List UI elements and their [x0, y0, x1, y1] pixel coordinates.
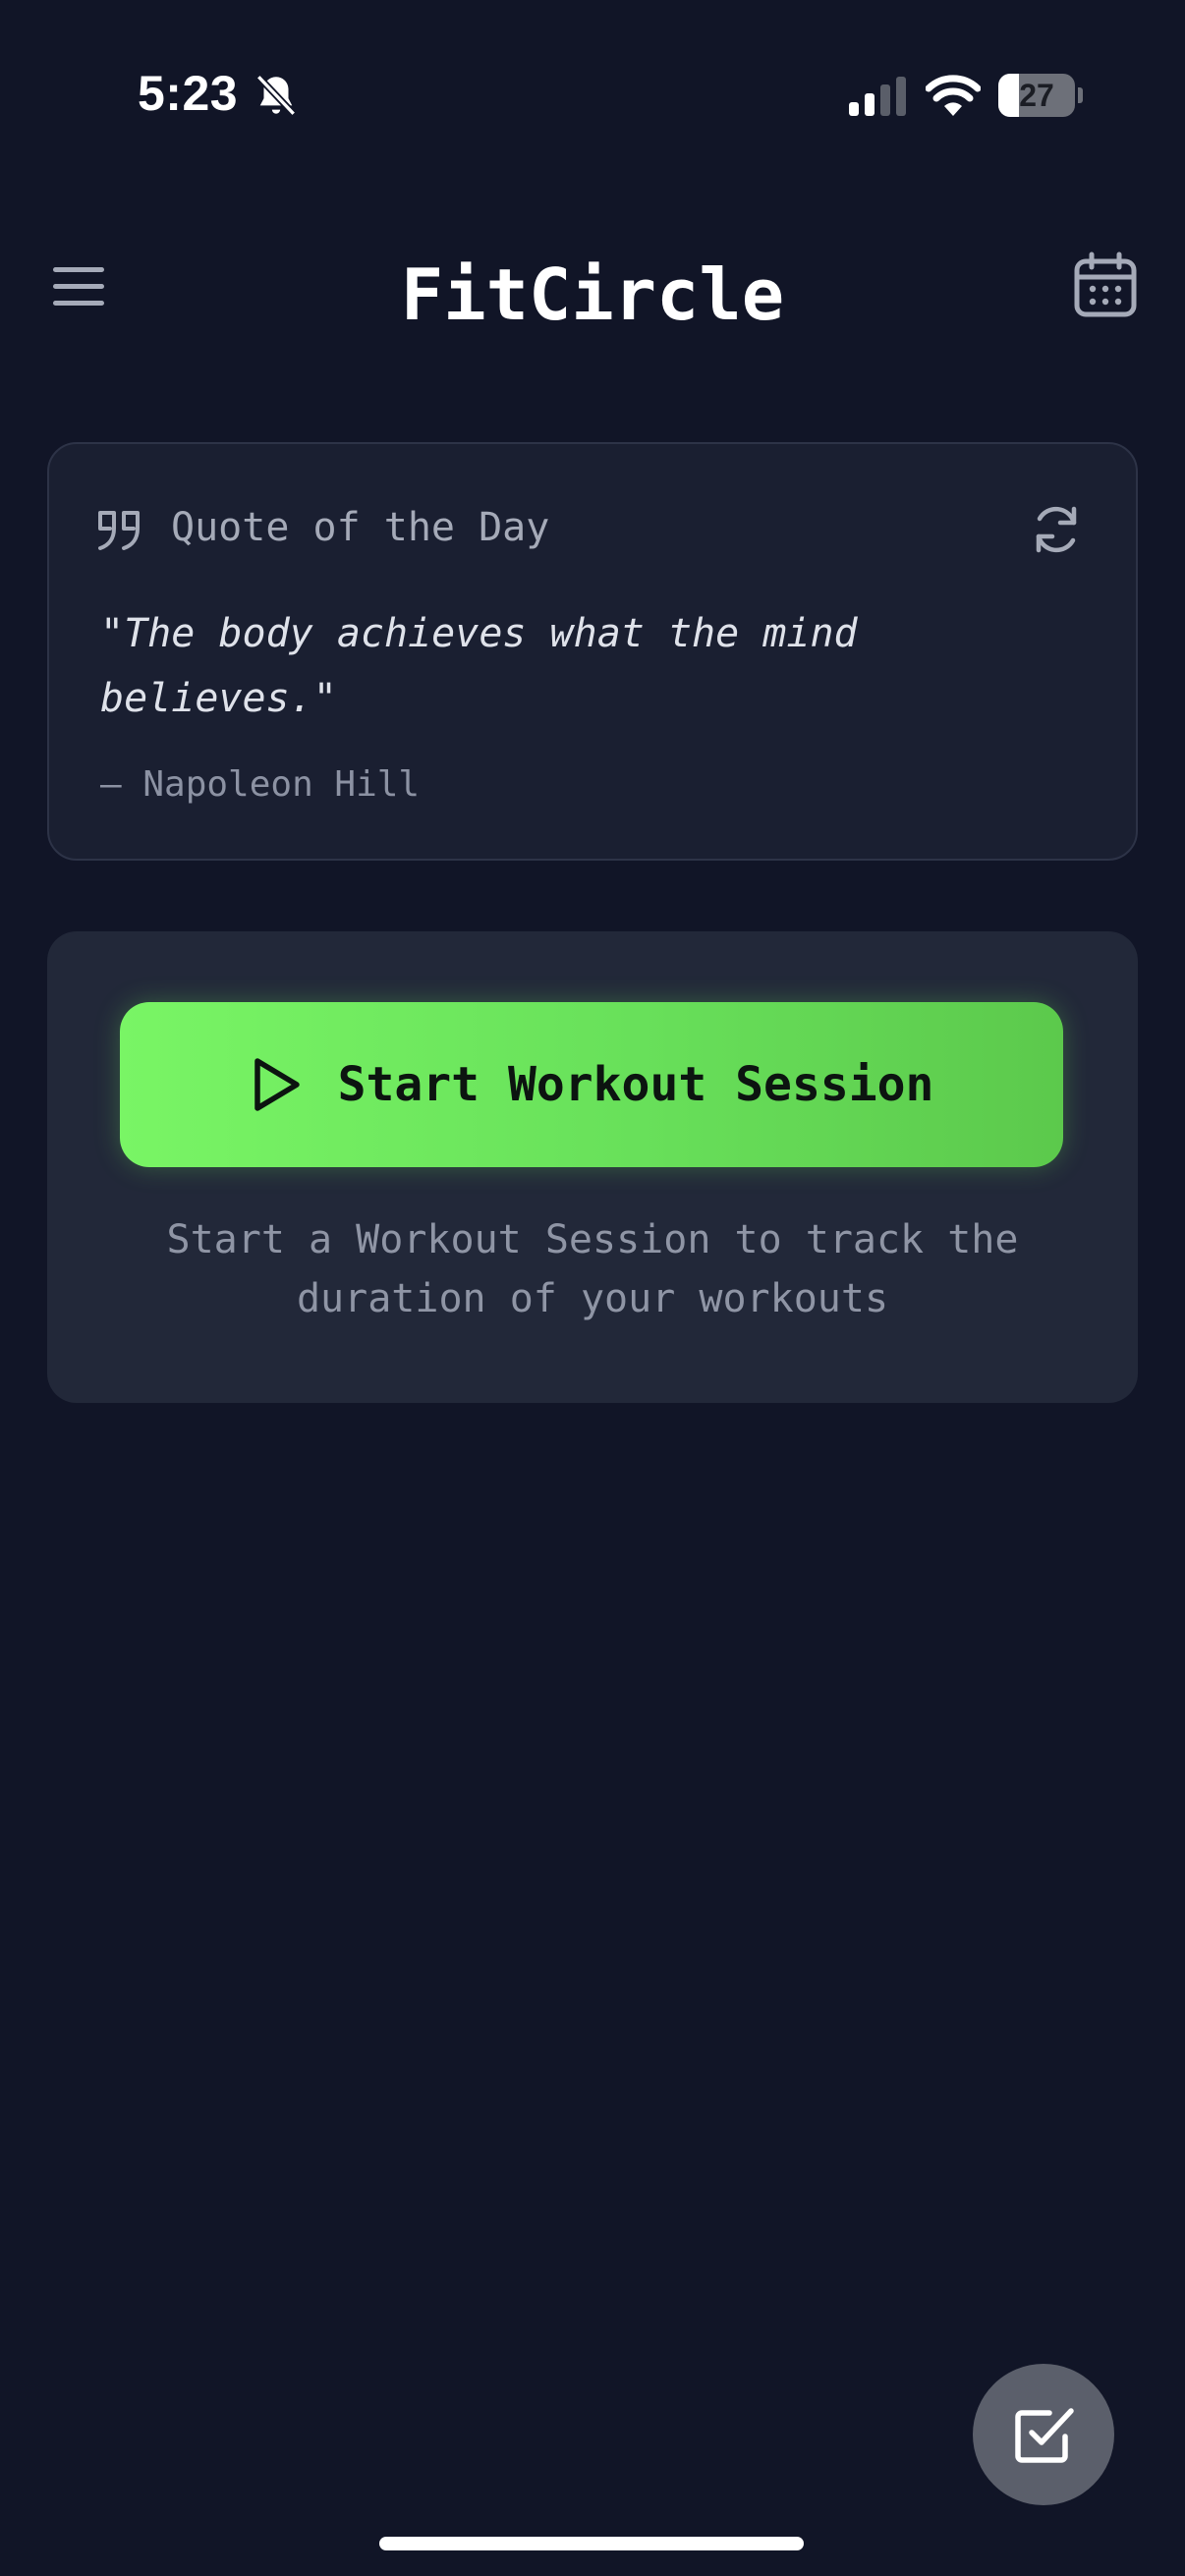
status-time: 5:23	[138, 66, 239, 121]
home-indicator	[379, 2537, 804, 2550]
battery-level: 27	[1019, 78, 1054, 113]
check-square-fab-button[interactable]	[973, 2364, 1114, 2505]
workout-card: Start Workout Session Start a Workout Se…	[47, 931, 1138, 1403]
signal-icon	[849, 77, 906, 116]
bell-off-icon	[255, 74, 297, 117]
app-screen: 5:23 27 FitCircle Quote of the Day "The …	[0, 0, 1185, 2576]
quote-text: "The body achieves what the mind believe…	[100, 611, 858, 721]
quote-author: — Napoleon Hill	[100, 764, 421, 805]
wifi-icon	[926, 75, 981, 116]
app-title: FitCircle	[400, 253, 785, 336]
quote-heading: Quote of the Day	[171, 505, 550, 550]
start-workout-button[interactable]: Start Workout Session	[120, 1002, 1063, 1167]
check-square-icon	[1015, 2408, 1074, 2463]
calendar-icon[interactable]	[1071, 252, 1140, 320]
refresh-icon[interactable]	[1028, 501, 1085, 558]
quote-icon	[98, 511, 140, 550]
play-icon	[254, 1058, 300, 1111]
start-workout-label: Start Workout Session	[337, 1057, 934, 1112]
quote-card: Quote of the Day "The body achieves what…	[47, 442, 1138, 861]
workout-hint: Start a Workout Session to track the dur…	[166, 1217, 1019, 1321]
battery-icon: 27	[998, 74, 1083, 117]
